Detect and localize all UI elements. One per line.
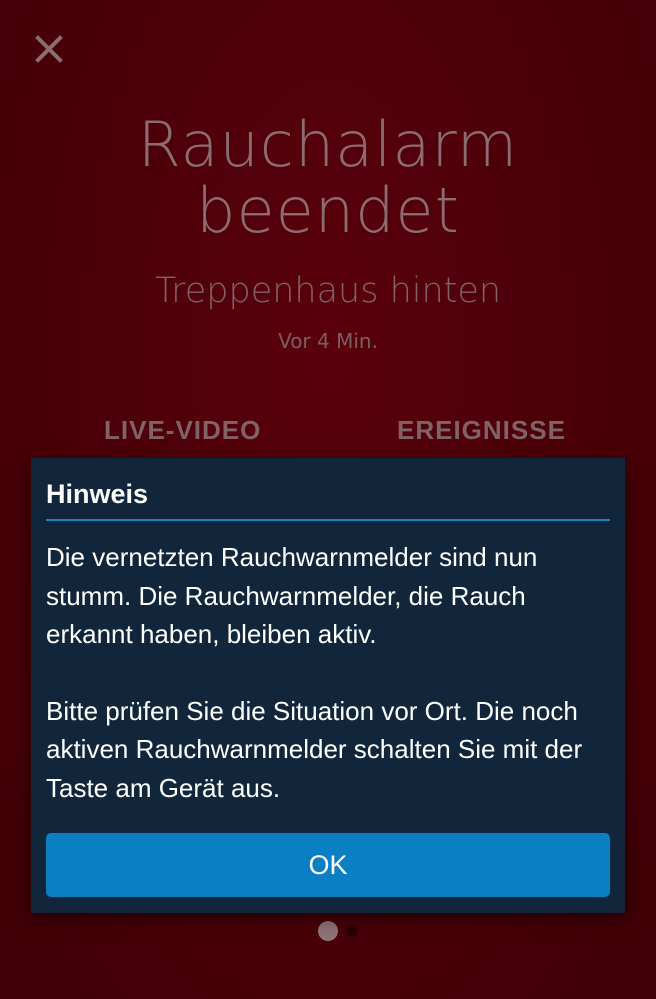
tab-events[interactable]: EREIGNISSE: [397, 414, 566, 446]
ok-button[interactable]: OK: [46, 833, 610, 897]
tab-live-video[interactable]: LIVE-VIDEO: [104, 414, 261, 446]
alarm-location: Treppenhaus hinten: [154, 271, 502, 311]
alarm-title-line2: beendet: [196, 174, 460, 247]
notice-dialog: Hinweis Die vernetzten Rauchwarnmelder s…: [31, 458, 625, 913]
alarm-title: Rauchalarm beendet: [0, 112, 656, 244]
dialog-message: Die vernetzten Rauchwarnmelder sind nun …: [46, 538, 616, 807]
dialog-title: Hinweis: [46, 479, 149, 509]
dialog-paragraph-1: Die vernetzten Rauchwarnmelder sind nun …: [46, 542, 538, 649]
alarm-title-line1: Rauchalarm: [137, 108, 519, 181]
alarm-screen: Rauchalarm beendet Treppenhaus hinten Vo…: [0, 0, 656, 999]
page-dot-active[interactable]: [318, 921, 338, 941]
dialog-divider: [46, 519, 610, 521]
page-dot-inactive[interactable]: [346, 925, 358, 937]
alarm-timestamp: Vor 4 Min.: [278, 329, 378, 353]
close-icon: [35, 35, 63, 63]
dialog-paragraph-2: Bitte prüfen Sie die Situation vor Ort. …: [46, 695, 583, 803]
close-button[interactable]: [30, 30, 68, 68]
